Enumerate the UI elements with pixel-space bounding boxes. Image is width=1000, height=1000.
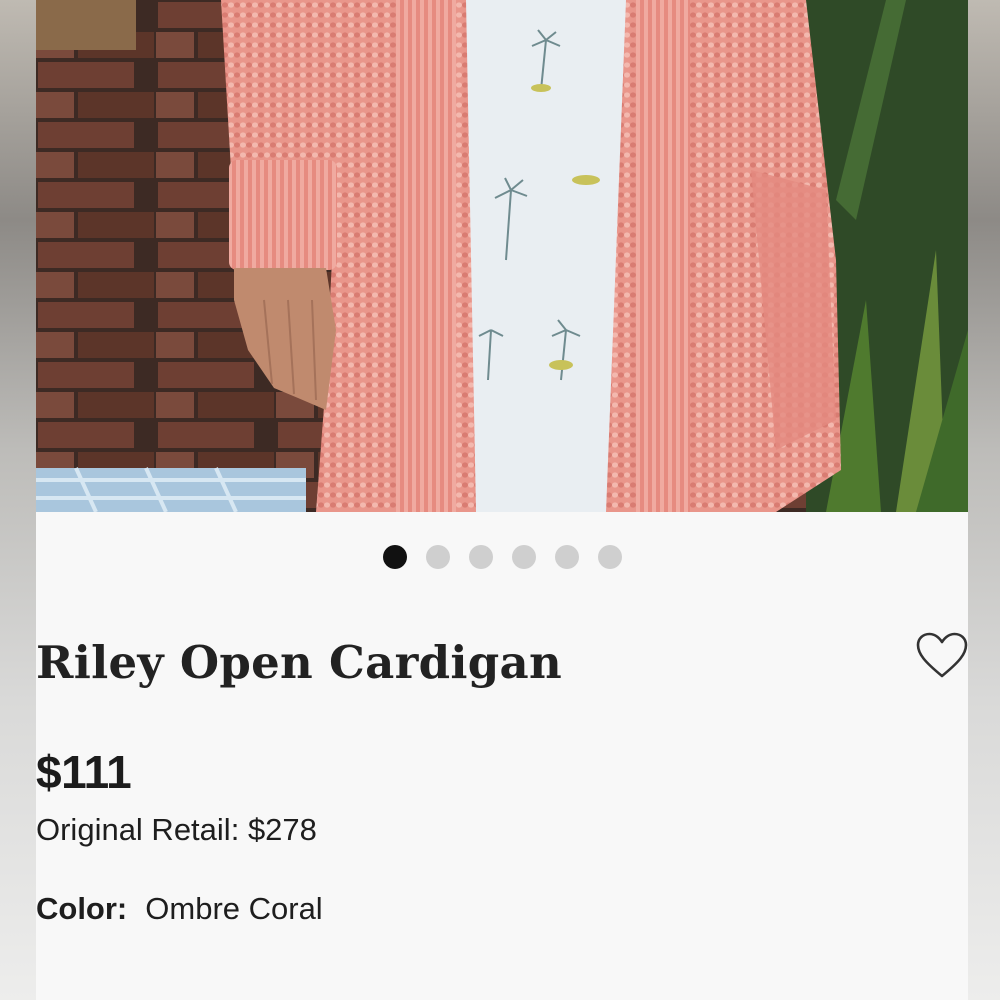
original-retail-value: $278 [247,812,317,847]
color-value: Ombre Coral [145,891,323,926]
product-price: $111 [36,746,132,798]
carousel-dot-3[interactable] [468,545,493,569]
carousel-dot-6[interactable] [597,545,622,569]
favorite-heart-icon[interactable] [915,632,968,680]
color-label: Color: [36,891,128,926]
product-page: Riley Open Cardigan $111 Original Retail… [36,0,968,1000]
color-row: Color: Ombre Coral [36,891,323,927]
carousel-dot-5[interactable] [554,545,579,569]
carousel-dot-1[interactable] [382,545,407,569]
product-image[interactable] [36,0,968,512]
product-title: Riley Open Cardigan [36,636,562,689]
product-photo-illustration [36,0,968,512]
carousel-dots [36,545,968,569]
original-retail-label: Original Retail: [36,812,240,847]
left-edge-gutter [0,0,36,1000]
carousel-dot-2[interactable] [425,545,450,569]
original-retail: Original Retail: $278 [36,812,317,848]
carousel-dot-4[interactable] [511,545,536,569]
right-edge-gutter [968,0,1000,1000]
